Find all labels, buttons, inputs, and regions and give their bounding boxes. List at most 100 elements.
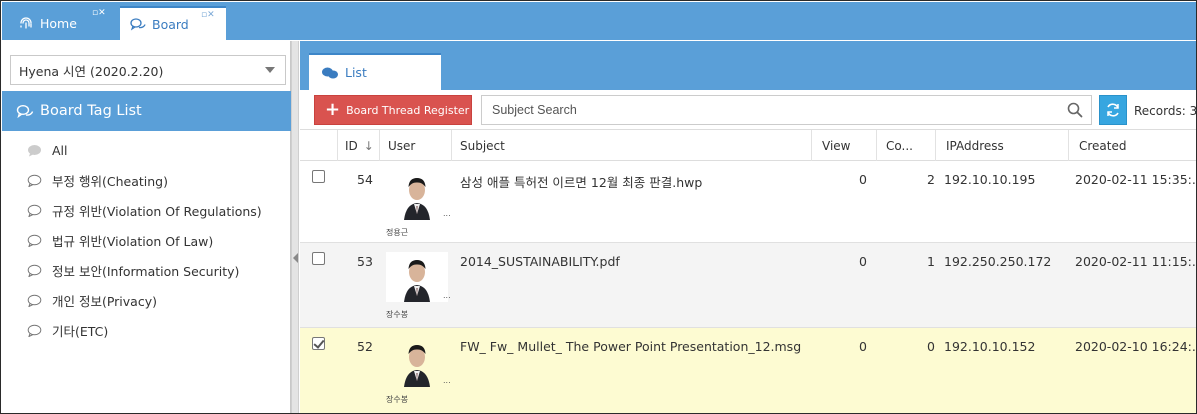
col-user-label: User (388, 138, 416, 153)
board-thread-register-button[interactable]: + Board Thread Register (314, 95, 472, 125)
chat-bubble-icon (27, 234, 42, 247)
col-select (300, 130, 338, 161)
row-comments: 2 (927, 172, 935, 187)
chat-bubble-icon (27, 204, 42, 217)
app-frame: Home ▫✕ Board ▫✕ Hyena 시연 (2020.2.20) Bo… (0, 0, 1197, 414)
refresh-icon (1107, 103, 1119, 117)
subject-search-box (481, 95, 1092, 125)
tag-item-privacy[interactable]: 개인 정보(Privacy) (2, 285, 291, 315)
row-comments: 0 (927, 339, 935, 354)
user-name: 장수봉 (386, 310, 409, 319)
col-subject-label: Subject (460, 138, 505, 153)
tag-label: 개인 정보(Privacy) (52, 293, 157, 309)
project-select-value: Hyena 시연 (2020.2.20) (19, 63, 164, 79)
tab-board[interactable]: Board ▫✕ (120, 6, 226, 40)
plus-icon: + (325, 99, 341, 120)
tag-list: All 부정 행위(Cheating) 규정 위반(Violation Of R… (2, 135, 291, 345)
tag-label: 법규 위반(Violation Of Law) (52, 233, 214, 249)
row-subject[interactable]: FW_ Fw_ Mullet_ The Power Point Presenta… (460, 339, 801, 354)
table-row[interactable]: 54 ... 정용근 삼성 애플 특허전 이르면 12월 최종 판결.hwp 0… (300, 161, 1197, 243)
row-ip: 192.10.10.152 (944, 339, 1036, 354)
row-checkbox[interactable] (312, 170, 325, 183)
search-icon[interactable] (1067, 102, 1083, 118)
row-created: 2020-02-10 16:24:... (1075, 339, 1197, 354)
row-view: 0 (859, 339, 867, 354)
tag-list-header: Board Tag List (2, 91, 291, 131)
row-created: 2020-02-11 15:35:... (1075, 172, 1197, 187)
col-view-label: View (822, 138, 851, 153)
chat-bubble-icon (27, 264, 42, 277)
fingerprint-icon (20, 17, 32, 29)
col-comments[interactable]: Co... (877, 130, 936, 161)
col-subject[interactable]: Subject (452, 130, 812, 161)
user-avatar (386, 252, 448, 302)
pin-close-icon[interactable]: ▫✕ (92, 8, 106, 18)
tag-label: 규정 위반(Violation Of Regulations) (52, 203, 262, 219)
col-id[interactable]: ID ↓ (338, 130, 380, 161)
chat-bubbles-icon (130, 18, 146, 31)
ellipsis: ... (443, 376, 451, 385)
toolbar: + Board Thread Register Records: 3 (300, 90, 1197, 130)
row-subject[interactable]: 삼성 애플 특허전 이르면 12월 최종 판결.hwp (460, 172, 702, 191)
chevron-down-icon (265, 67, 275, 73)
col-ip[interactable]: IPAddress (936, 130, 1069, 161)
tag-item-violation-regulations[interactable]: 규정 위반(Violation Of Regulations) (2, 195, 291, 225)
col-view[interactable]: View (812, 130, 877, 161)
tag-label: 기타(ETC) (52, 323, 109, 339)
register-button-label: Board Thread Register (346, 103, 470, 117)
user-name: 정용근 (386, 228, 409, 237)
chat-bubble-filled-icon (28, 144, 41, 156)
col-created[interactable]: Created (1069, 130, 1196, 161)
top-tab-bar: Home ▫✕ Board ▫✕ (2, 2, 1196, 40)
sort-down-icon: ↓ (363, 138, 374, 153)
row-checkbox[interactable] (312, 252, 325, 265)
chat-bubble-icon (27, 324, 42, 337)
col-user[interactable]: User (380, 130, 452, 161)
refresh-button[interactable] (1099, 95, 1127, 125)
panel-splitter[interactable] (291, 41, 299, 413)
tag-item-information-security[interactable]: 정보 보안(Information Security) (2, 255, 291, 285)
row-id: 52 (357, 339, 373, 354)
row-id: 54 (357, 172, 373, 187)
table-row[interactable]: 53 ... 장수봉 2014_SUSTAINABILITY.pdf 0 1 1… (300, 243, 1196, 328)
main-panel: List + Board Thread Register Subject Sea… (300, 41, 1197, 413)
row-id: 53 (357, 254, 373, 269)
records-count: Records: 3 (1134, 104, 1197, 118)
main-tab-bar: List (300, 41, 1196, 90)
row-view: 0 (859, 254, 867, 269)
table-header: ID ↓ User Subject View Co... IPAddress C… (300, 130, 1196, 161)
tab-list-label: List (345, 65, 367, 80)
tag-list-title: Board Tag List (40, 103, 142, 119)
row-ip: 192.250.250.172 (944, 254, 1052, 269)
tab-board-label: Board (152, 16, 189, 32)
user-avatar (386, 170, 448, 220)
tag-item-etc[interactable]: 기타(ETC) (2, 315, 291, 345)
collapse-arrow-icon[interactable] (293, 253, 298, 263)
tab-list[interactable]: List (309, 53, 441, 90)
tag-label: 정보 보안(Information Security) (52, 263, 240, 279)
row-comments: 1 (927, 254, 935, 269)
tag-item-all[interactable]: All (2, 135, 291, 165)
row-view: 0 (859, 172, 867, 187)
tab-home-label: Home (40, 15, 77, 31)
subject-search-input[interactable] (482, 96, 1052, 124)
col-id-label: ID (345, 138, 358, 153)
user-name: 장수봉 (386, 395, 409, 404)
user-avatar (386, 337, 448, 387)
project-select[interactable]: Hyena 시연 (2020.2.20) (10, 55, 286, 85)
row-subject[interactable]: 2014_SUSTAINABILITY.pdf (460, 254, 620, 269)
tab-home[interactable]: Home ▫✕ (8, 6, 116, 40)
chat-bubble-icon (27, 294, 42, 307)
tag-item-violation-law[interactable]: 법규 위반(Violation Of Law) (2, 225, 291, 255)
chat-bubbles-icon (16, 104, 34, 119)
tag-label: All (52, 142, 68, 158)
row-checkbox-checked[interactable] (312, 337, 325, 350)
col-comments-label: Co... (886, 138, 913, 153)
chat-bubble-icon (27, 174, 42, 187)
sidebar: Hyena 시연 (2020.2.20) Board Tag List All … (2, 41, 291, 413)
ellipsis: ... (443, 291, 451, 300)
table-row-selected[interactable]: 52 ... 장수봉 FW_ Fw_ Mullet_ The Power Poi… (300, 328, 1197, 413)
tag-item-cheating[interactable]: 부정 행위(Cheating) (2, 165, 291, 195)
row-ip: 192.10.10.195 (944, 172, 1036, 187)
pin-close-icon[interactable]: ▫✕ (201, 10, 215, 20)
